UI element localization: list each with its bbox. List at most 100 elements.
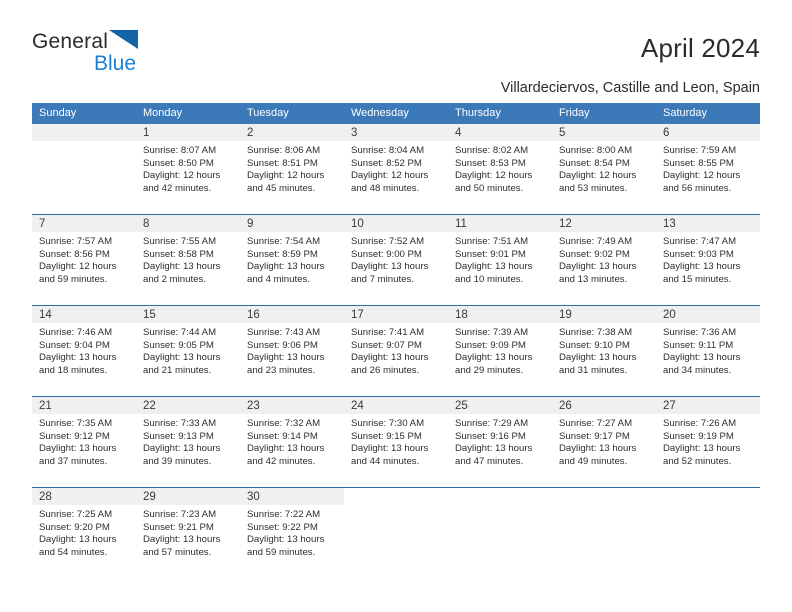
calendar-day-cell[interactable]: 2 Sunrise: 8:06 AM Sunset: 8:51 PM Daylight… — [240, 124, 344, 214]
sunset-text: Sunset: 9:17 PM — [559, 430, 630, 442]
day-details: Sunrise: 7:47 AM Sunset: 9:03 PM Daylight:… — [656, 232, 760, 286]
calendar-day-cell[interactable]: 28 Sunrise: 7:25 AM Sunset: 9:20 PM Dayligh… — [32, 488, 136, 578]
calendar-week-row: 28 Sunrise: 7:25 AM Sunset: 9:20 PM Dayligh… — [32, 487, 760, 578]
calendar-day-cell[interactable]: 10 Sunrise: 7:52 AM Sunset: 9:00 PM Dayligh… — [344, 215, 448, 305]
sunrise-text: Sunrise: 7:32 AM — [247, 418, 321, 429]
day-number: 30 — [240, 488, 344, 505]
daylight-text-line2: and 57 minutes. — [143, 546, 212, 558]
day-details: Sunrise: 7:46 AM Sunset: 9:04 PM Daylight:… — [32, 323, 136, 377]
sunrise-text: Sunrise: 7:33 AM — [143, 418, 217, 429]
weekday-header-sunday: Sunday — [39, 107, 77, 119]
calendar-day-cell[interactable]: 17 Sunrise: 7:41 AM Sunset: 9:07 PM Dayligh… — [344, 306, 448, 396]
sunrise-text: Sunrise: 7:44 AM — [143, 327, 217, 338]
daylight-text-line2: and 56 minutes. — [663, 182, 732, 194]
daylight-text-line2: and 54 minutes. — [39, 546, 108, 558]
calendar-day-cell[interactable]: 19 Sunrise: 7:38 AM Sunset: 9:10 PM Dayligh… — [552, 306, 656, 396]
sunset-text: Sunset: 9:03 PM — [663, 248, 734, 260]
calendar-day-cell[interactable]: 13 Sunrise: 7:47 AM Sunset: 9:03 PM Dayligh… — [656, 215, 760, 305]
daylight-text-line2: and 2 minutes. — [143, 273, 206, 285]
brand-text-blue: Blue — [94, 52, 137, 75]
daylight-text-line2: and 4 minutes. — [247, 273, 310, 285]
sunset-text: Sunset: 9:11 PM — [663, 339, 734, 351]
calendar-day-cell[interactable]: 1 Sunrise: 8:07 AM Sunset: 8:50 PM Daylight… — [136, 124, 240, 214]
daylight-text-line1: Daylight: 13 hours — [663, 352, 741, 364]
daylight-text-line2: and 42 minutes. — [143, 182, 212, 194]
daylight-text-line2: and 42 minutes. — [247, 455, 316, 467]
daylight-text-line2: and 29 minutes. — [455, 364, 524, 376]
calendar-day-cell[interactable]: 6 Sunrise: 7:59 AM Sunset: 8:55 PM Daylight… — [656, 124, 760, 214]
calendar-day-cell[interactable]: 29 Sunrise: 7:23 AM Sunset: 9:21 PM Dayligh… — [136, 488, 240, 578]
day-number: 18 — [448, 306, 552, 323]
day-details: Sunrise: 7:25 AM Sunset: 9:20 PM Daylight:… — [32, 505, 136, 559]
day-number: 26 — [552, 397, 656, 414]
sunrise-text: Sunrise: 7:38 AM — [559, 327, 633, 338]
calendar-day-cell[interactable]: 11 Sunrise: 7:51 AM Sunset: 9:01 PM Dayligh… — [448, 215, 552, 305]
calendar-day-cell[interactable]: 8 Sunrise: 7:55 AM Sunset: 8:58 PM Daylight… — [136, 215, 240, 305]
daylight-text-line2: and 44 minutes. — [351, 455, 420, 467]
daylight-text-line2: and 50 minutes. — [455, 182, 524, 194]
day-number: 5 — [552, 124, 656, 141]
day-details: Sunrise: 7:49 AM Sunset: 9:02 PM Daylight:… — [552, 232, 656, 286]
day-number: 17 — [344, 306, 448, 323]
calendar-day-cell[interactable]: 18 Sunrise: 7:39 AM Sunset: 9:09 PM Dayligh… — [448, 306, 552, 396]
day-number: 9 — [240, 215, 344, 232]
calendar-day-cell[interactable]: 4 Sunrise: 8:02 AM Sunset: 8:53 PM Daylight… — [448, 124, 552, 214]
calendar-day-cell[interactable]: 7 Sunrise: 7:57 AM Sunset: 8:56 PM Daylight… — [32, 215, 136, 305]
sunrise-text: Sunrise: 7:46 AM — [39, 327, 113, 338]
daylight-text-line1: Daylight: 13 hours — [455, 261, 533, 273]
day-number: 24 — [344, 397, 448, 414]
calendar-day-cell[interactable]: 12 Sunrise: 7:49 AM Sunset: 9:02 PM Dayligh… — [552, 215, 656, 305]
day-details: Sunrise: 8:02 AM Sunset: 8:53 PM Daylight:… — [448, 141, 552, 195]
calendar-day-cell[interactable]: 26 Sunrise: 7:27 AM Sunset: 9:17 PM Dayligh… — [552, 397, 656, 487]
sunrise-text: Sunrise: 7:54 AM — [247, 236, 321, 247]
weekday-header-thursday: Thursday — [455, 107, 501, 119]
daylight-text-line1: Daylight: 13 hours — [247, 352, 325, 364]
sunset-text: Sunset: 9:09 PM — [455, 339, 526, 351]
sunrise-text: Sunrise: 7:22 AM — [247, 509, 321, 520]
sunset-text: Sunset: 9:07 PM — [351, 339, 422, 351]
sunset-text: Sunset: 9:01 PM — [455, 248, 526, 260]
calendar-day-cell[interactable]: 22 Sunrise: 7:33 AM Sunset: 9:13 PM Dayligh… — [136, 397, 240, 487]
calendar-empty-cell — [656, 488, 760, 578]
sunrise-text: Sunrise: 7:52 AM — [351, 236, 425, 247]
calendar-day-cell[interactable]: 5 Sunrise: 8:00 AM Sunset: 8:54 PM Daylight… — [552, 124, 656, 214]
calendar-day-cell[interactable]: 25 Sunrise: 7:29 AM Sunset: 9:16 PM Dayligh… — [448, 397, 552, 487]
daylight-text-line1: Daylight: 12 hours — [247, 170, 325, 182]
daylight-text-line2: and 37 minutes. — [39, 455, 108, 467]
day-number: 4 — [448, 124, 552, 141]
calendar-day-cell[interactable]: 21 Sunrise: 7:35 AM Sunset: 9:12 PM Dayligh… — [32, 397, 136, 487]
sunset-text: Sunset: 9:04 PM — [39, 339, 110, 351]
calendar-day-cell[interactable]: 30 Sunrise: 7:22 AM Sunset: 9:22 PM Dayligh… — [240, 488, 344, 578]
calendar-day-cell[interactable]: 9 Sunrise: 7:54 AM Sunset: 8:59 PM Daylight… — [240, 215, 344, 305]
daylight-text-line1: Daylight: 13 hours — [351, 352, 429, 364]
calendar-page: General Blue April 2024 Villardeciervos,… — [0, 0, 792, 612]
daylight-text-line1: Daylight: 13 hours — [351, 443, 429, 455]
calendar-day-cell[interactable]: 23 Sunrise: 7:32 AM Sunset: 9:14 PM Dayligh… — [240, 397, 344, 487]
day-number: 1 — [136, 124, 240, 141]
daylight-text-line2: and 59 minutes. — [39, 273, 108, 285]
calendar-day-cell[interactable]: 16 Sunrise: 7:43 AM Sunset: 9:06 PM Dayligh… — [240, 306, 344, 396]
calendar-day-cell[interactable]: 20 Sunrise: 7:36 AM Sunset: 9:11 PM Dayligh… — [656, 306, 760, 396]
daylight-text-line1: Daylight: 13 hours — [559, 261, 637, 273]
day-number: 25 — [448, 397, 552, 414]
calendar-day-cell[interactable]: 15 Sunrise: 7:44 AM Sunset: 9:05 PM Dayligh… — [136, 306, 240, 396]
sunrise-text: Sunrise: 7:55 AM — [143, 236, 217, 247]
sunrise-text: Sunrise: 7:30 AM — [351, 418, 425, 429]
sunset-text: Sunset: 9:06 PM — [247, 339, 318, 351]
sunrise-text: Sunrise: 7:39 AM — [455, 327, 529, 338]
day-number: 13 — [656, 215, 760, 232]
calendar-day-cell[interactable]: 27 Sunrise: 7:26 AM Sunset: 9:19 PM Dayligh… — [656, 397, 760, 487]
brand-logo[interactable]: General Blue — [32, 30, 292, 82]
calendar-day-cell[interactable]: 24 Sunrise: 7:30 AM Sunset: 9:15 PM Dayligh… — [344, 397, 448, 487]
calendar-day-cell[interactable]: 14 Sunrise: 7:46 AM Sunset: 9:04 PM Dayligh… — [32, 306, 136, 396]
weekday-header-row: Sunday Monday Tuesday Wednesday Thursday… — [32, 103, 760, 124]
sunrise-text: Sunrise: 7:49 AM — [559, 236, 633, 247]
sunset-text: Sunset: 8:50 PM — [143, 157, 214, 169]
daylight-text-line2: and 15 minutes. — [663, 273, 732, 285]
calendar-weeks: 1 Sunrise: 8:07 AM Sunset: 8:50 PM Daylight… — [32, 124, 760, 578]
day-details: Sunrise: 7:55 AM Sunset: 8:58 PM Daylight:… — [136, 232, 240, 286]
calendar-day-cell[interactable]: 3 Sunrise: 8:04 AM Sunset: 8:52 PM Daylight… — [344, 124, 448, 214]
daylight-text-line1: Daylight: 12 hours — [39, 261, 117, 273]
page-title: April 2024 — [640, 33, 760, 63]
day-number: 28 — [32, 488, 136, 505]
